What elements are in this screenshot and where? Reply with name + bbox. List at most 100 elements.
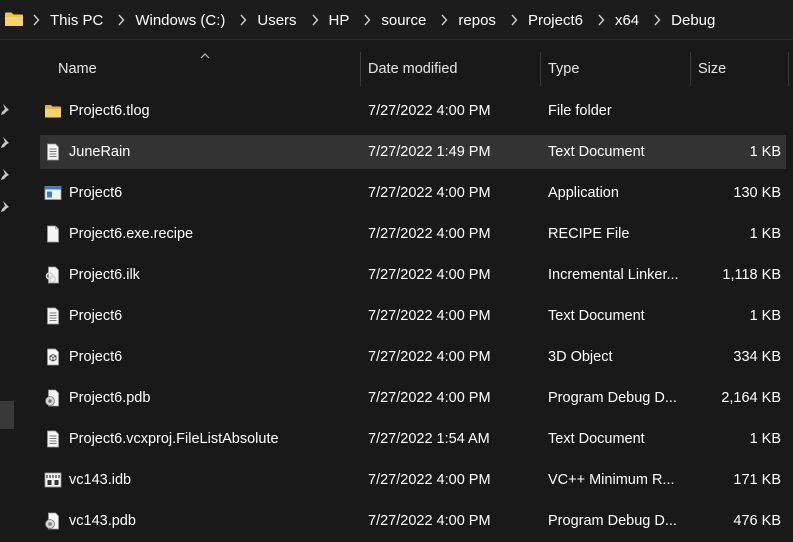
file-date: 7/27/2022 4:00 PM [368, 513, 491, 529]
debug-file-icon [45, 389, 59, 407]
chevron-right-icon[interactable] [237, 0, 249, 40]
file-type: Text Document [548, 431, 645, 447]
file-date: 7/27/2022 4:00 PM [368, 472, 491, 488]
breadcrumb-item[interactable]: This PC [50, 12, 103, 29]
column-header-label: Type [548, 61, 580, 77]
breadcrumb-item[interactable]: source [381, 12, 426, 29]
text-file-icon [47, 143, 59, 161]
breadcrumb-item[interactable]: Windows (C:) [135, 12, 225, 29]
folder-icon [5, 12, 23, 26]
file-type: File folder [548, 103, 612, 119]
file-name: Project6.exe.recipe [69, 226, 194, 242]
file-name: Project6.vcxproj.FileListAbsolute [69, 431, 279, 447]
file-date: 7/27/2022 4:00 PM [368, 308, 491, 324]
column-header-label: Size [698, 61, 727, 77]
breadcrumb-item[interactable]: Debug [671, 12, 715, 29]
file-row[interactable]: Project6.pdb 7/27/2022 4:00 PM Program D… [40, 381, 786, 415]
file-row[interactable]: Project6 7/27/2022 4:00 PM 3D Object 334… [40, 340, 786, 374]
file-size: 1 KB [749, 144, 781, 160]
chevron-right-icon[interactable] [30, 0, 42, 40]
chevron-right-icon[interactable] [595, 0, 607, 40]
chevron-right-icon[interactable] [508, 0, 520, 40]
column-header-label: Name [58, 61, 97, 77]
file-row[interactable]: vc143.pdb 7/27/2022 4:00 PM Program Debu… [40, 504, 786, 538]
column-header-size[interactable]: Size [698, 50, 788, 88]
column-divider[interactable] [540, 52, 541, 86]
file-size: 1 KB [749, 431, 781, 447]
file-type: VC++ Minimum R... [548, 472, 675, 488]
file-name: Project6.ilk [69, 267, 140, 283]
file-type: Program Debug D... [548, 513, 677, 529]
column-headers: Name Date modified Type Size [40, 50, 793, 88]
file-row[interactable]: Project6 7/27/2022 4:00 PM Text Document… [40, 299, 786, 333]
pin-icon[interactable] [0, 200, 12, 214]
file-date: 7/27/2022 4:00 PM [368, 267, 491, 283]
file-date: 7/27/2022 4:00 PM [368, 349, 491, 365]
chevron-right-icon[interactable] [651, 0, 663, 40]
nav-item-selected[interactable] [0, 401, 14, 429]
chevron-right-icon[interactable] [361, 0, 373, 40]
file-row[interactable]: Project6.exe.recipe 7/27/2022 4:00 PM RE… [40, 217, 786, 251]
column-divider[interactable] [788, 52, 789, 86]
column-header-type[interactable]: Type [548, 50, 688, 88]
file-name: Project6 [69, 185, 123, 201]
text-file-icon [47, 430, 59, 448]
file-name: vc143.idb [69, 472, 132, 488]
file-name: vc143.pdb [69, 513, 136, 529]
column-header-label: Date modified [368, 61, 458, 77]
pin-icon[interactable] [0, 103, 12, 117]
file-row[interactable]: Project6.ilk 7/27/2022 4:00 PM Increment… [40, 258, 786, 292]
chevron-right-icon[interactable] [115, 0, 127, 40]
folder-icon [45, 105, 61, 118]
column-divider[interactable] [690, 52, 691, 86]
address-bar[interactable]: This PC Windows (C:) Users HP source rep… [0, 0, 793, 40]
file-name: Project6.tlog [69, 103, 150, 119]
file-type: 3D Object [548, 349, 613, 365]
chevron-right-icon[interactable] [438, 0, 450, 40]
file-type: Application [548, 185, 619, 201]
column-divider[interactable] [360, 52, 361, 86]
file-type: Incremental Linker... [548, 267, 679, 283]
file-row[interactable]: Project6 7/27/2022 4:00 PM Application 1… [40, 176, 786, 210]
breadcrumb-item[interactable]: Project6 [528, 12, 583, 29]
navigation-pane[interactable] [0, 41, 14, 542]
file-type: Text Document [548, 308, 645, 324]
file-name: Project6 [69, 308, 123, 324]
file-date: 7/27/2022 4:00 PM [368, 103, 491, 119]
file-type: Text Document [548, 144, 645, 160]
file-type: RECIPE File [548, 226, 630, 242]
breadcrumb: This PC Windows (C:) Users HP source rep… [30, 0, 727, 40]
file-date: 7/27/2022 4:00 PM [368, 185, 491, 201]
column-header-date[interactable]: Date modified [368, 50, 538, 88]
file-row[interactable]: Project6.tlog 7/27/2022 4:00 PM File fol… [40, 94, 786, 128]
application-icon [44, 186, 62, 200]
pin-icon[interactable] [0, 136, 12, 150]
file-size: 1 KB [749, 308, 781, 324]
file-date: 7/27/2022 1:49 PM [368, 144, 491, 160]
breadcrumb-item[interactable]: repos [458, 12, 496, 29]
linker-file-icon [45, 266, 59, 284]
file-explorer-window: This PC Windows (C:) Users HP source rep… [0, 0, 793, 542]
pin-icon[interactable] [0, 168, 12, 182]
file-row-selected[interactable]: JuneRain 7/27/2022 1:49 PM Text Document… [40, 135, 786, 169]
file-type: Program Debug D... [548, 390, 677, 406]
file-date: 7/27/2022 4:00 PM [368, 226, 491, 242]
breadcrumb-item[interactable]: x64 [615, 12, 639, 29]
file-name: JuneRain [69, 144, 131, 160]
chevron-right-icon[interactable] [309, 0, 321, 40]
file-row[interactable]: Project6.vcxproj.FileListAbsolute 7/27/2… [40, 422, 786, 456]
file-size: 130 KB [733, 185, 781, 201]
debug-file-icon [45, 512, 59, 530]
file-size: 2,164 KB [721, 390, 781, 406]
breadcrumb-item[interactable]: Users [257, 12, 296, 29]
file-size: 476 KB [733, 513, 781, 529]
blank-file-icon [47, 225, 59, 243]
file-size: 171 KB [733, 472, 781, 488]
text-file-icon [47, 307, 59, 325]
3d-object-icon [47, 348, 59, 366]
file-row[interactable]: vc143.idb 7/27/2022 4:00 PM VC++ Minimum… [40, 463, 786, 497]
idb-file-icon [44, 472, 62, 488]
breadcrumb-item[interactable]: HP [329, 12, 350, 29]
file-size: 1,118 KB [722, 267, 781, 283]
file-name: Project6 [69, 349, 123, 365]
